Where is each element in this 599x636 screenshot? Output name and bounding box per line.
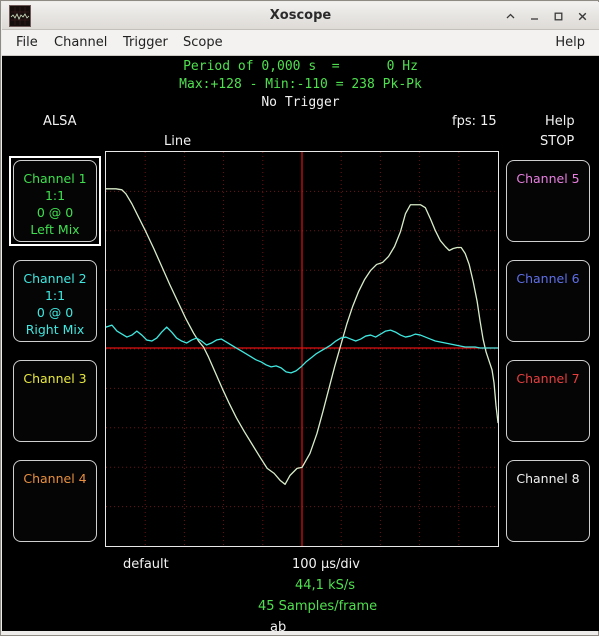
menu-channel[interactable]: Channel	[48, 30, 113, 55]
channel-6-button[interactable]: Channel 6	[506, 260, 590, 342]
channel-1-offset: 0 @ 0	[36, 205, 74, 220]
channel-5-label: Channel 5	[516, 171, 580, 186]
channel-4-button[interactable]: Channel 4	[13, 460, 97, 542]
samplerate-label: 44,1 kS/s	[295, 578, 356, 593]
shade-button[interactable]	[499, 5, 521, 27]
menubar: File Channel Trigger Scope Help	[2, 30, 599, 56]
channel-2-offset: 0 @ 0	[36, 305, 74, 320]
channel-8-button[interactable]: Channel 8	[506, 460, 590, 542]
channel-7-label: Channel 7	[516, 371, 580, 386]
waveform-svg	[106, 152, 498, 546]
channel-5-button[interactable]: Channel 5	[506, 160, 590, 242]
help-label[interactable]: Help	[545, 114, 575, 129]
titlebar: Xoscope	[2, 2, 599, 30]
status-trigger: No Trigger	[261, 95, 340, 110]
scope-display: Period of 0,000 s = 0 Hz Max:+128 - Min:…	[2, 56, 599, 631]
channel-6-label: Channel 6	[516, 271, 580, 286]
channel-1-scale: 1:1	[44, 188, 66, 203]
menu-trigger[interactable]: Trigger	[117, 30, 174, 55]
timebase-label: 100 µs/div	[292, 557, 360, 572]
mode-label: Line	[164, 134, 192, 149]
channel-2-label: Channel 2	[23, 271, 87, 286]
channel-3-label: Channel 3	[23, 371, 87, 386]
preset-label: default	[123, 557, 169, 572]
waveform-graph[interactable]	[105, 151, 499, 547]
status-minmax: Max:+128 - Min:-110 = 238 Pk-Pk	[179, 77, 422, 92]
channel-2-button[interactable]: Channel 2 1:1 0 @ 0 Right Mix	[13, 260, 97, 342]
position-label: ab	[270, 620, 287, 631]
channel-1-button[interactable]: Channel 1 1:1 0 @ 0 Left Mix	[13, 160, 97, 242]
channel-8-label: Channel 8	[516, 471, 580, 486]
samples-label: 45 Samples/frame	[258, 599, 378, 614]
run-stop-label[interactable]: STOP	[540, 134, 574, 149]
menu-file[interactable]: File	[10, 30, 44, 55]
close-button[interactable]	[571, 5, 593, 27]
fps-label: fps: 15	[452, 114, 497, 129]
minimize-button[interactable]	[523, 5, 545, 27]
channel-2-source: Right Mix	[25, 322, 85, 337]
source-label: ALSA	[43, 114, 77, 129]
menu-help[interactable]: Help	[549, 30, 591, 55]
channel-2-scale: 1:1	[44, 288, 66, 303]
menu-scope[interactable]: Scope	[177, 30, 229, 55]
xoscope-window: Xoscope File Channel Trigger Scope Help …	[0, 0, 599, 636]
window-frame: Xoscope File Channel Trigger Scope Help …	[0, 0, 599, 636]
maximize-button[interactable]	[547, 5, 569, 27]
window-controls	[499, 2, 593, 30]
channel-1-source: Left Mix	[30, 222, 80, 237]
channel-4-label: Channel 4	[23, 471, 87, 486]
status-period: Period of 0,000 s = 0 Hz	[183, 59, 418, 74]
channel-3-button[interactable]: Channel 3	[13, 360, 97, 442]
channel-7-button[interactable]: Channel 7	[506, 360, 590, 442]
channel-1-label: Channel 1	[23, 171, 87, 186]
